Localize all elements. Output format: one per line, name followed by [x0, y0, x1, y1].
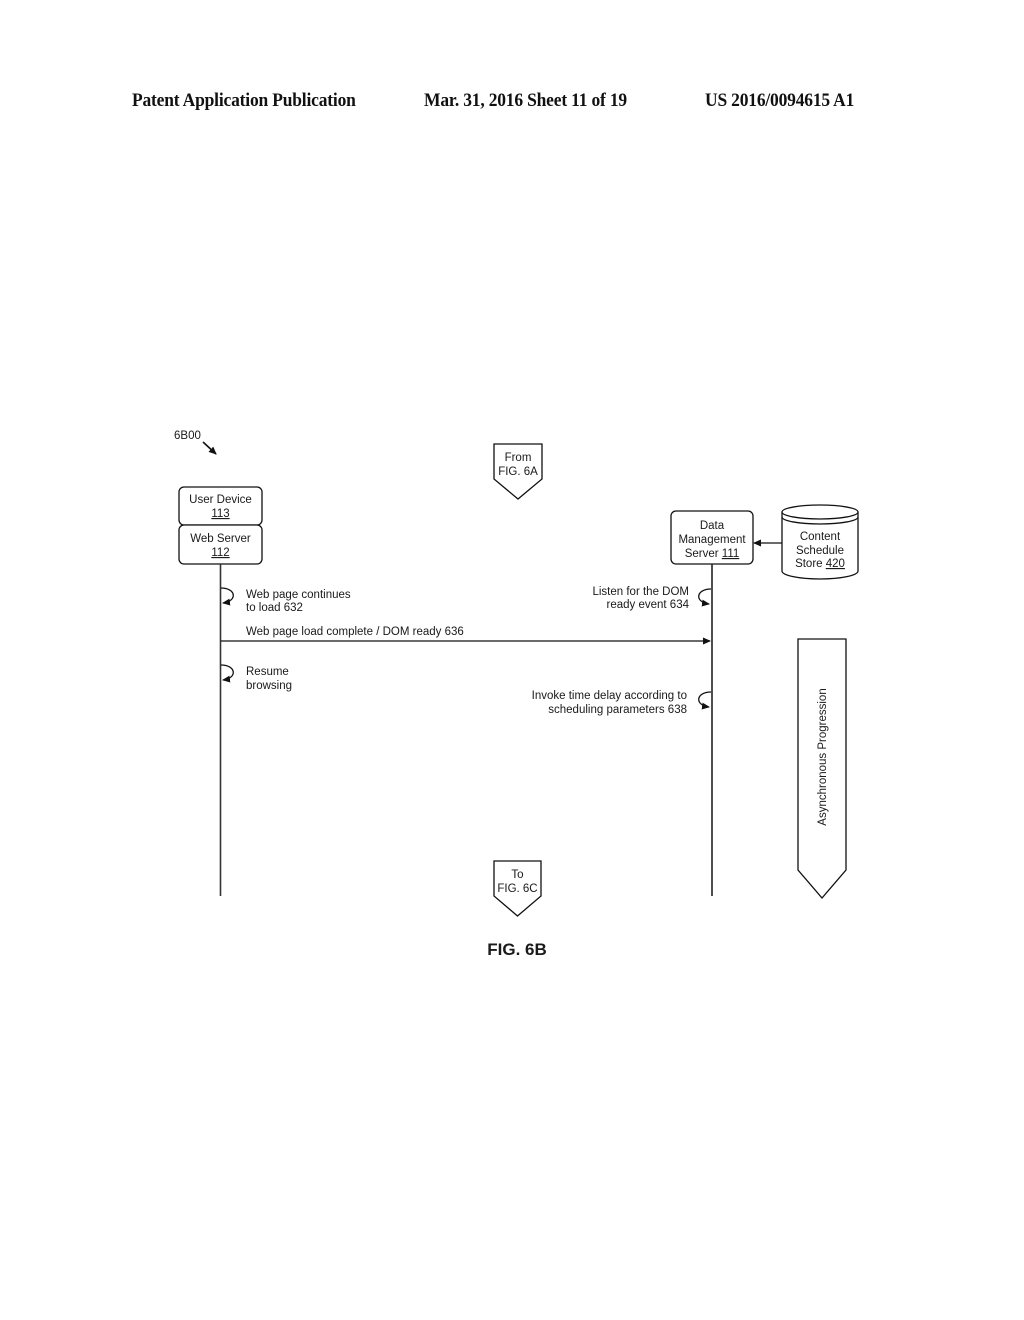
figure-ref-label: 6B00: [174, 430, 201, 442]
dms-line1: Data: [700, 520, 725, 532]
asynchronous-progression-arrow: Asynchronous Progression: [797, 638, 847, 899]
self-loop-632-icon: [220, 587, 234, 606]
user-device-name: User Device: [189, 494, 252, 506]
store-line1: Content: [800, 531, 841, 543]
store-ref: 420: [826, 558, 845, 570]
self-loop-638-icon: [698, 691, 712, 710]
dms-line2: Management: [678, 534, 746, 546]
to-connector-line2: FIG. 6C: [497, 883, 537, 895]
step-634-line2: ready event 634: [607, 599, 690, 611]
web-server-name: Web Server: [190, 533, 251, 545]
dms-ref: 111: [722, 548, 739, 560]
ref-pointer-arrow: [202, 441, 217, 455]
step-632-line1: Web page continues: [246, 589, 351, 601]
self-loop-634-icon: [698, 588, 712, 607]
step-634-line1: Listen for the DOM: [592, 586, 689, 598]
from-connector-line1: From: [505, 452, 532, 464]
to-connector-line1: To: [511, 869, 523, 881]
sequence-diagram: 6B00 From FIG. 6A User Device 113 Web Se…: [174, 430, 859, 959]
content-schedule-store: Content Schedule Store 420: [781, 504, 859, 580]
from-connector-line2: FIG. 6A: [498, 466, 538, 478]
dms-line3: Server 111: [685, 548, 740, 560]
step-638-line2: scheduling parameters 638: [548, 704, 687, 716]
step-632-line2: to load 632: [246, 602, 303, 614]
store-line3: Store 420: [795, 558, 845, 570]
store-line2: Schedule: [796, 545, 844, 557]
step-resume-line2: browsing: [246, 680, 292, 692]
actor-web-server: Web Server 112: [178, 524, 263, 565]
step-resume-line1: Resume: [246, 666, 289, 678]
figure-caption: FIG. 6B: [487, 940, 547, 959]
actor-user-device: User Device 113: [178, 486, 263, 526]
actor-data-management-server: Data Management Server 111: [670, 510, 754, 565]
dms-line3-prefix: Server: [685, 548, 722, 560]
web-server-ref: 112: [211, 547, 229, 559]
asynchronous-progression-label: Asynchronous Progression: [817, 688, 829, 825]
step-638-line1: Invoke time delay according to: [532, 690, 687, 702]
user-device-ref: 113: [211, 508, 229, 520]
self-loop-resume-icon: [220, 664, 234, 683]
message-636-label: Web page load complete / DOM ready 636: [246, 626, 464, 638]
from-connector: From FIG. 6A: [493, 443, 543, 500]
to-connector: To FIG. 6C: [493, 860, 542, 917]
store-line3-prefix: Store: [795, 558, 826, 570]
